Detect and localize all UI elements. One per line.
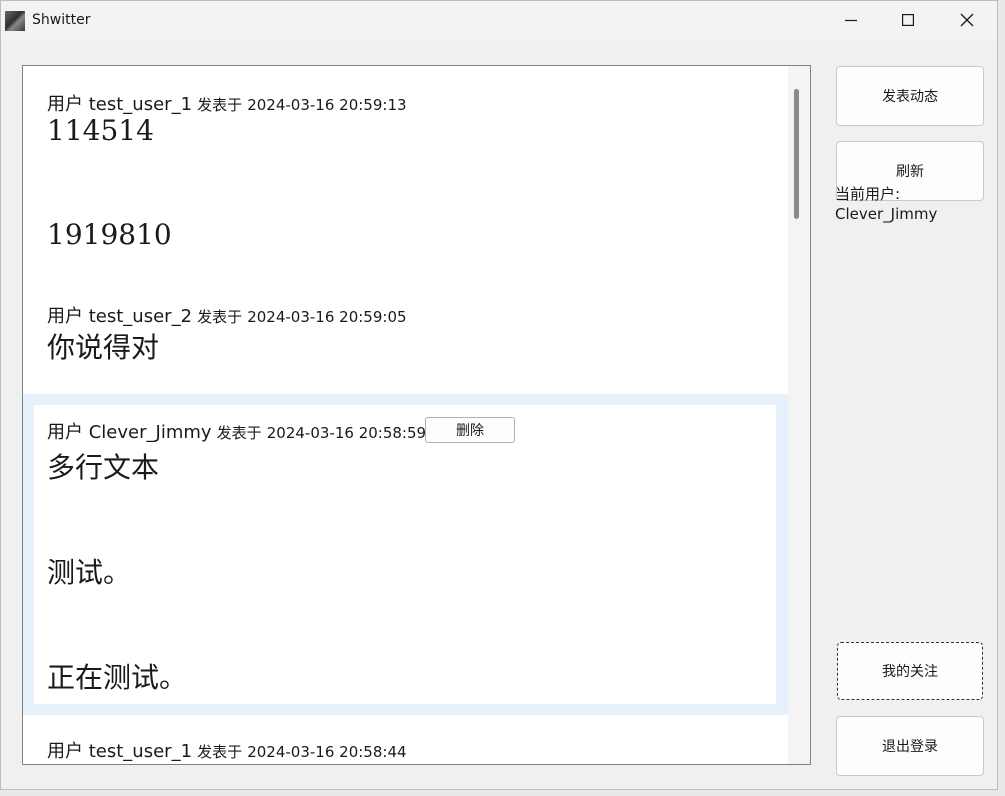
- minimize-icon: [845, 19, 857, 22]
- feed-post: 用户 test_user_2 发表于 2024-03-16 20:59:05 你…: [23, 278, 788, 394]
- feed-post: 用户 test_user_1 发表于 2024-03-16 20:58:44: [23, 715, 788, 764]
- post-username: Clever_Jimmy: [88, 422, 212, 443]
- post-posted-label: 发表于: [197, 308, 243, 326]
- post-text-line: 多行文本: [47, 451, 160, 484]
- app-icon: [5, 11, 25, 31]
- post-header: 用户 test_user_2 发表于 2024-03-16 20:59:05: [47, 302, 407, 328]
- app-window: Shwitter 用户 test_user_1 发表于 2024-03-16 2…: [0, 0, 998, 790]
- feed-post: 用户 test_user_1 发表于 2024-03-16 20:59:13 1…: [23, 66, 788, 278]
- post-timestamp: 2024-03-16 20:58:59: [266, 424, 427, 442]
- feed-post-selected[interactable]: 用户 Clever_Jimmy 发表于 2024-03-16 20:58:59 …: [23, 394, 788, 715]
- window-title: Shwitter: [32, 12, 91, 28]
- post-header: 用户 test_user_1 发表于 2024-03-16 20:59:13: [47, 90, 407, 116]
- post-user-prefix: 用户: [47, 94, 89, 115]
- post-header: 用户 Clever_Jimmy 发表于 2024-03-16 20:58:59: [47, 418, 426, 444]
- post-text-line: 你说得对: [47, 331, 160, 364]
- title-bar: Shwitter: [1, 1, 997, 39]
- post-user-prefix: 用户: [47, 422, 89, 443]
- post-posted-label: 发表于: [197, 743, 243, 761]
- post-timestamp: 2024-03-16 20:58:44: [247, 743, 407, 761]
- post-text-line: 正在测试。: [47, 661, 188, 694]
- post-timestamp: 2024-03-16 20:59:05: [247, 308, 407, 326]
- post-header: 用户 test_user_1 发表于 2024-03-16 20:58:44: [47, 737, 407, 763]
- maximize-button[interactable]: [879, 1, 937, 39]
- post-user-prefix: 用户: [47, 741, 89, 762]
- minimize-button[interactable]: [822, 1, 880, 39]
- close-icon: [960, 13, 974, 27]
- delete-post-button[interactable]: 删除: [425, 417, 515, 443]
- post-user-prefix: 用户: [47, 306, 89, 327]
- post-status-button[interactable]: 发表动态: [836, 66, 984, 126]
- post-username: test_user_1: [88, 741, 193, 762]
- my-following-button[interactable]: 我的关注: [837, 642, 983, 700]
- post-username: test_user_1: [88, 94, 193, 115]
- feed-list[interactable]: 用户 test_user_1 发表于 2024-03-16 20:59:13 1…: [22, 65, 811, 765]
- scrollbar-thumb[interactable]: [794, 89, 799, 219]
- post-text-line: 114514: [47, 114, 154, 147]
- post-posted-label: 发表于: [216, 424, 262, 442]
- feed-scrollbar[interactable]: [788, 66, 810, 764]
- post-username: test_user_2: [88, 306, 193, 327]
- current-user-info: 当前用户: Clever_Jimmy: [835, 184, 937, 224]
- current-user-name: Clever_Jimmy: [835, 205, 938, 223]
- close-button[interactable]: [938, 1, 996, 39]
- maximize-icon: [902, 14, 914, 26]
- current-user-label: 当前用户:: [835, 185, 901, 203]
- post-text-line: 1919810: [47, 218, 172, 251]
- post-posted-label: 发表于: [197, 96, 243, 114]
- post-timestamp: 2024-03-16 20:59:13: [247, 96, 407, 114]
- post-text-line: 测试。: [47, 556, 132, 589]
- main-content: 用户 test_user_1 发表于 2024-03-16 20:59:13 1…: [1, 39, 997, 789]
- logout-button[interactable]: 退出登录: [836, 716, 984, 776]
